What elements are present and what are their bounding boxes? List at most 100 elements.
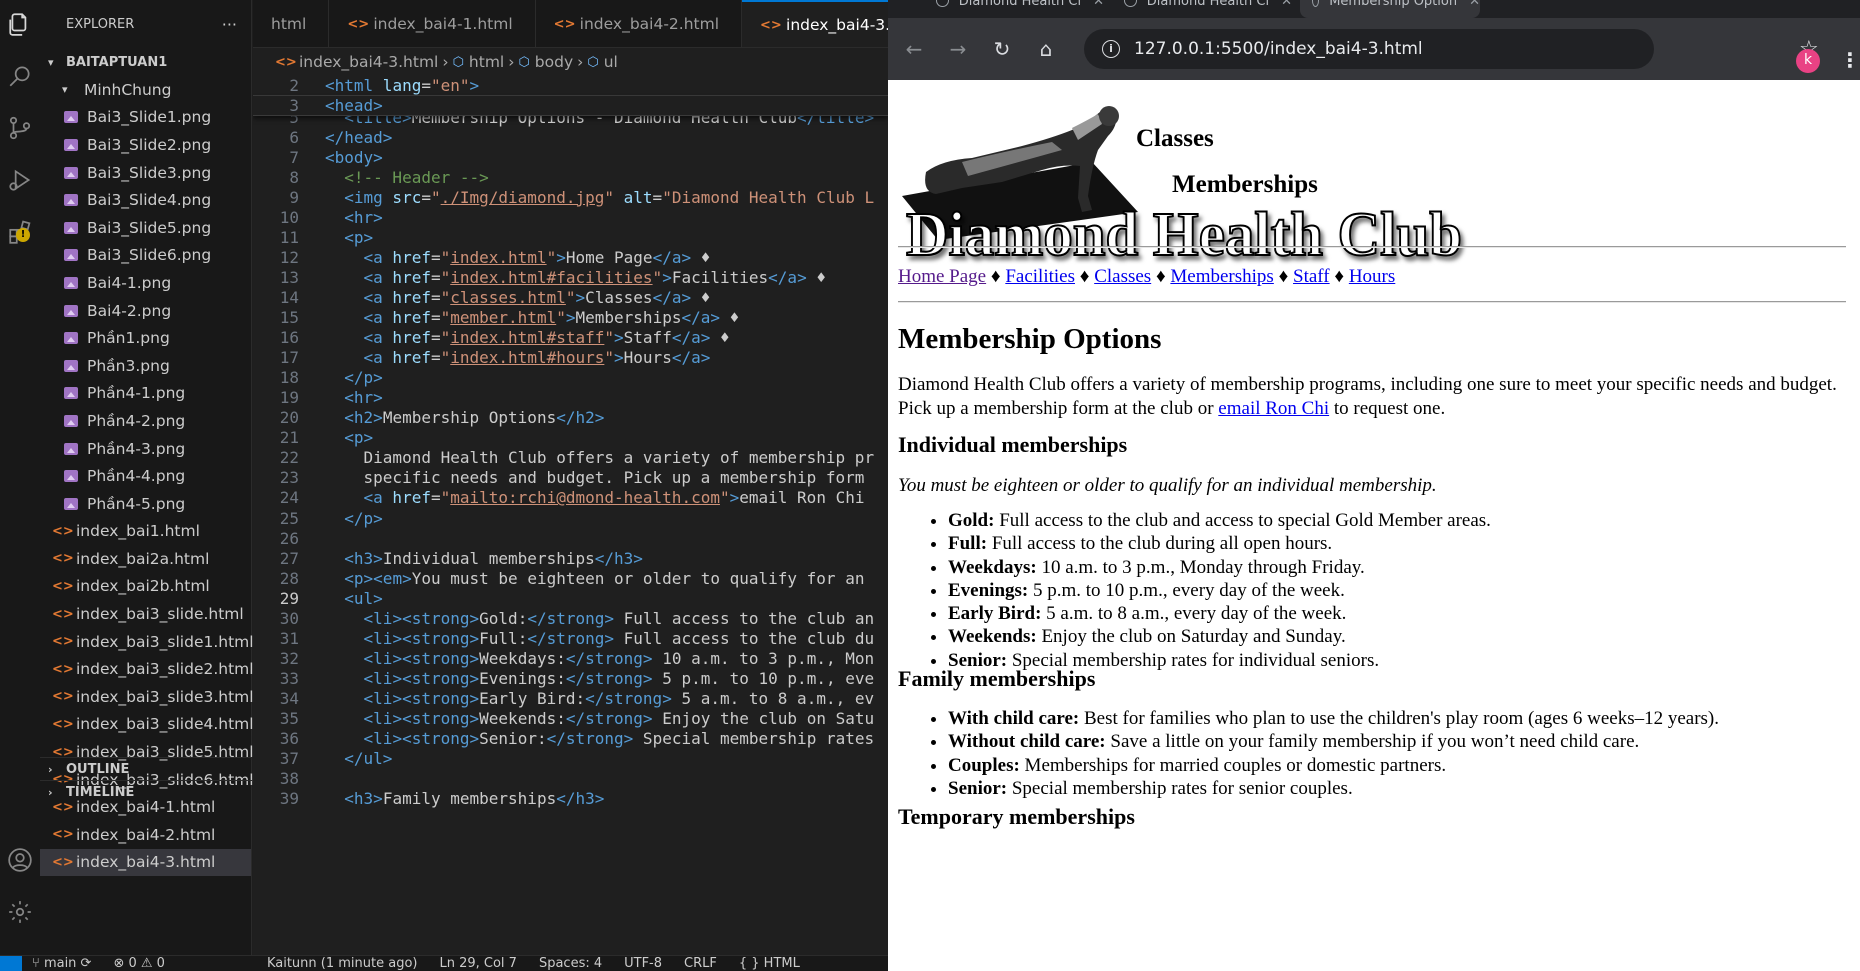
editor-tab[interactable]: <>index_bai4-3.htm bbox=[742, 0, 888, 47]
code-line[interactable]: 28 <p><em>You must be eighteen or older … bbox=[253, 568, 888, 588]
file-tree-item[interactable]: Phần4-4.png bbox=[40, 462, 251, 490]
code-line[interactable]: 39 <h3>Family memberships</h3> bbox=[253, 789, 888, 809]
site-info-icon[interactable]: i bbox=[1102, 40, 1120, 58]
code-line[interactable]: 27 <h3>Individual memberships</h3> bbox=[253, 548, 888, 568]
source-control-icon[interactable] bbox=[0, 108, 40, 148]
file-tree-item[interactable]: <> index_bai3_slide3.html bbox=[40, 683, 254, 711]
file-tree-item[interactable]: Bai3_Slide3.png bbox=[40, 159, 251, 187]
code-line[interactable]: 36 <li><strong>Senior:</strong> Special … bbox=[253, 729, 888, 749]
code-line[interactable]: 20 <h2>Membership Options</h2> bbox=[253, 408, 888, 428]
more-actions-icon[interactable]: ··· bbox=[222, 15, 237, 34]
file-tree-item[interactable]: <> index_bai2b.html bbox=[40, 573, 251, 601]
close-tab-icon[interactable]: ✕ bbox=[1281, 0, 1292, 9]
remote-indicator-icon[interactable] bbox=[0, 956, 22, 971]
profile-avatar[interactable]: k bbox=[1796, 49, 1820, 73]
file-tree-item[interactable]: <> index_bai3_slide2.html bbox=[40, 655, 254, 683]
file-tree-item[interactable]: Bai3_Slide6.png bbox=[40, 242, 251, 270]
code-line[interactable]: 13 <a href="index.html#facilities">Facil… bbox=[253, 267, 888, 287]
nav-link[interactable]: Facilities bbox=[1005, 266, 1075, 287]
code-line[interactable]: 17 <a href="index.html#hours">Hours</a> bbox=[253, 348, 888, 368]
code-line[interactable]: 22 Diamond Health Club offers a variety … bbox=[253, 448, 888, 468]
editor-tab[interactable]: html bbox=[253, 0, 330, 47]
problems-status[interactable]: ⊗ 0 ⚠ 0 bbox=[113, 956, 165, 971]
code-line[interactable]: 21 <p> bbox=[253, 428, 888, 448]
code-line[interactable]: 26 bbox=[253, 528, 888, 548]
git-blame-status[interactable]: Kaitunn (1 minute ago) bbox=[267, 956, 418, 971]
file-tree-item[interactable]: Phần1.png bbox=[40, 324, 251, 352]
breadcrumb-item[interactable]: body bbox=[535, 53, 573, 71]
home-icon[interactable]: ⌂ bbox=[1024, 27, 1068, 71]
code-line[interactable]: 30 <li><strong>Gold:</strong> Full acces… bbox=[253, 608, 888, 628]
file-tree-item[interactable]: <> index_bai1.html bbox=[40, 518, 251, 546]
close-tab-icon[interactable]: ✕ bbox=[1093, 0, 1104, 9]
code-line[interactable]: 18 </p> bbox=[253, 368, 888, 388]
code-line[interactable]: 10 <hr> bbox=[253, 207, 888, 227]
sticky-scroll-line[interactable]: 2 <html lang="en"> bbox=[253, 76, 888, 96]
file-tree-item[interactable]: Phần4-1.png bbox=[40, 380, 251, 408]
file-tree-item[interactable]: Phần3.png bbox=[40, 352, 251, 380]
code-line[interactable]: 7 <body> bbox=[253, 147, 888, 167]
browser-tab[interactable]: Diamond Health Cl ✕ bbox=[924, 0, 1104, 18]
editor-tab[interactable]: <> index_bai4-1.html bbox=[329, 0, 536, 47]
address-bar[interactable]: i 127.0.0.1:5500/index_bai4-3.html ☆ bbox=[1084, 29, 1819, 69]
branch-status[interactable]: ⑂ main ⟳ bbox=[32, 956, 91, 971]
file-tree-item[interactable]: <> index_bai4-3.html bbox=[40, 848, 251, 877]
code-line[interactable]: 31 <li><strong>Full:</strong> Full acces… bbox=[253, 628, 888, 648]
forward-arrow-icon[interactable]: → bbox=[936, 27, 980, 71]
code-line[interactable]: 8 <!-- Header --> bbox=[253, 167, 888, 187]
eol-status[interactable]: CRLF bbox=[684, 956, 717, 971]
code-line[interactable]: 15 <a href="member.html">Memberships</a>… bbox=[253, 308, 888, 328]
language-mode[interactable]: { } HTML bbox=[739, 956, 800, 971]
code-line[interactable]: 35 <li><strong>Weekends:</strong> Enjoy … bbox=[253, 709, 888, 729]
nav-link[interactable]: Memberships bbox=[1170, 266, 1273, 287]
editor-tab[interactable]: <> index_bai4-2.html bbox=[536, 0, 743, 47]
code-line[interactable]: 9 <img src="./Img/diamond.jpg" alt="Diam… bbox=[253, 187, 888, 207]
indentation-status[interactable]: Spaces: 4 bbox=[539, 956, 602, 971]
cursor-position[interactable]: Ln 29, Col 7 bbox=[439, 956, 516, 971]
code-line[interactable]: 19 <hr> bbox=[253, 388, 888, 408]
code-line[interactable]: 29 <ul> bbox=[253, 588, 888, 608]
search-icon[interactable] bbox=[0, 56, 40, 96]
code-line[interactable]: 6 </head> bbox=[253, 127, 888, 147]
nav-link[interactable]: Classes bbox=[1094, 266, 1151, 287]
nav-link[interactable]: Hours bbox=[1349, 266, 1395, 287]
file-tree-item[interactable]: Phần4-5.png bbox=[40, 490, 251, 518]
account-icon[interactable] bbox=[0, 840, 40, 880]
nav-link[interactable]: Home Page bbox=[898, 266, 986, 287]
file-tree-item[interactable]: <> index_bai3_slide.html bbox=[40, 600, 251, 628]
code-line[interactable]: 16 <a href="index.html#staff">Staff</a> … bbox=[253, 328, 888, 348]
browser-tab[interactable]: Membership Option ✕ bbox=[1300, 0, 1480, 18]
reload-icon[interactable]: ↻ bbox=[980, 27, 1024, 71]
browser-tab[interactable]: Diamond Health Cl ✕ bbox=[1112, 0, 1292, 18]
file-tree-item[interactable]: Bai4-1.png bbox=[40, 269, 251, 297]
code-line[interactable]: 33 <li><strong>Evenings:</strong> 5 p.m.… bbox=[253, 668, 888, 688]
file-tree-item[interactable]: Phần4-3.png bbox=[40, 435, 251, 463]
email-ron-chi-link[interactable]: email Ron Chi bbox=[1218, 398, 1329, 419]
timeline-section[interactable]: › TIMELINE bbox=[40, 780, 252, 803]
encoding-status[interactable]: UTF-8 bbox=[624, 956, 662, 971]
code-line[interactable]: 32 <li><strong>Weekdays:</strong> 10 a.m… bbox=[253, 648, 888, 668]
outline-section[interactable]: › OUTLINE bbox=[40, 757, 252, 780]
code-line[interactable]: 38 bbox=[253, 769, 888, 789]
breadcrumb-item[interactable]: index_bai4-3.html bbox=[299, 53, 438, 71]
code-line[interactable]: 37 </ul> bbox=[253, 749, 888, 769]
code-line[interactable]: 11 <p> bbox=[253, 227, 888, 247]
close-tab-icon[interactable]: ✕ bbox=[1469, 0, 1480, 9]
breadcrumb-item[interactable]: ul bbox=[604, 53, 618, 71]
back-arrow-icon[interactable]: ← bbox=[892, 27, 936, 71]
code-line[interactable]: 25 </p> bbox=[253, 508, 888, 528]
code-line[interactable]: 24 <a href="mailto:rchi@dmond-health.com… bbox=[253, 488, 888, 508]
file-tree-item[interactable]: Bai3_Slide5.png bbox=[40, 214, 251, 242]
folder-row-minhchung[interactable]: ▾ MinhChung bbox=[40, 76, 251, 104]
extensions-icon[interactable]: ! bbox=[0, 212, 40, 252]
code-line[interactable]: 34 <li><strong>Early Bird:</strong> 5 a.… bbox=[253, 688, 888, 708]
code-line[interactable]: 23 specific needs and budget. Pick up a … bbox=[253, 468, 888, 488]
nav-link[interactable]: Staff bbox=[1293, 266, 1330, 287]
file-tree-item[interactable]: <> index_bai3_slide1.html bbox=[40, 628, 254, 656]
explorer-icon[interactable] bbox=[0, 4, 40, 44]
file-tree-item[interactable]: Bai4-2.png bbox=[40, 297, 251, 325]
code-editor[interactable]: 2 <html lang="en"> 3 <head> 5 <title>Members… bbox=[253, 76, 888, 955]
root-folder-row[interactable]: ▾ BAITAPTUAN1 bbox=[40, 48, 251, 76]
file-tree-item[interactable]: <> index_bai4-2.html bbox=[40, 821, 251, 849]
run-debug-icon[interactable] bbox=[0, 160, 40, 200]
